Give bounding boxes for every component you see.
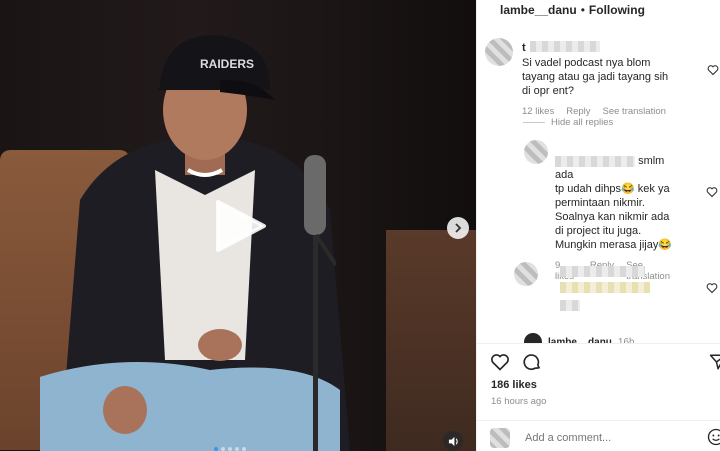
carousel-dot: [235, 447, 239, 451]
microphone: [304, 155, 336, 451]
play-icon[interactable]: [214, 198, 268, 254]
blurred-text: [560, 266, 645, 277]
carousel-dot: [214, 447, 218, 451]
hide-replies-button[interactable]: Hide all replies: [523, 117, 613, 128]
blurred-text: [560, 300, 580, 311]
cap-logo: RAIDERS: [200, 57, 254, 71]
comment-text: Si vadel podcast nya blom tayang atau ga…: [522, 57, 669, 97]
following-button[interactable]: Following: [589, 3, 645, 17]
heart-icon[interactable]: [706, 282, 718, 294]
smile-icon[interactable]: [707, 428, 720, 446]
comment-body: t Si vadel podcast nya blom tayang atau …: [522, 38, 672, 117]
blurred-username: [530, 41, 601, 53]
commenter-avatar[interactable]: [514, 262, 538, 286]
header-separator: •: [580, 3, 585, 17]
carousel-dot: [228, 447, 232, 451]
add-comment-input[interactable]: [525, 430, 675, 446]
carousel-dot: [242, 447, 246, 451]
hide-replies-label: Hide all replies: [551, 117, 614, 128]
carousel-dots: [214, 447, 246, 451]
replier-avatar[interactable]: [524, 140, 548, 164]
post-author-username[interactable]: lambe__danu: [500, 3, 577, 17]
commenter-avatar[interactable]: [485, 38, 513, 66]
see-translation-button[interactable]: See translation: [603, 106, 666, 117]
speaker-icon: [448, 436, 458, 446]
blurred-username: [555, 155, 635, 167]
post-media[interactable]: RAIDERS: [0, 0, 476, 451]
post-actions: 186 likes 16 hours ago: [477, 343, 720, 451]
reply-body: smlm ada tp udah dihps😂 kek ya permintaa…: [555, 154, 680, 282]
reply-button[interactable]: Reply: [566, 106, 590, 117]
divider-line: [523, 122, 545, 123]
sofa-right: [386, 230, 476, 451]
action-row: [490, 352, 542, 372]
post-side-panel: lambe__danu • Following t Si vadel podca…: [476, 0, 720, 451]
heart-icon[interactable]: [707, 64, 719, 76]
post-like-count[interactable]: 186 likes: [491, 379, 537, 391]
post-header: lambe__danu • Following: [477, 0, 720, 20]
blurred-text: [560, 282, 650, 293]
commenter-avatar: [490, 428, 510, 448]
share-icon[interactable]: [709, 352, 720, 372]
chevron-right-icon: [455, 223, 462, 233]
comment-icon[interactable]: [522, 352, 542, 372]
heart-icon[interactable]: [490, 352, 510, 372]
post-timestamp: 16 hours ago: [491, 396, 547, 407]
commenter-username[interactable]: t: [522, 42, 526, 54]
comment-likes[interactable]: 12 likes: [522, 106, 554, 117]
comment-meta: 12 likes Reply See translation: [522, 106, 672, 117]
heart-icon[interactable]: [706, 186, 718, 198]
carousel-dot: [221, 447, 225, 451]
add-comment-bar: [477, 420, 720, 451]
mute-button[interactable]: [443, 431, 463, 451]
next-media-button[interactable]: [447, 217, 469, 239]
reply-text: tp udah dihps😂 kek ya permintaan nikmir.…: [555, 183, 673, 251]
